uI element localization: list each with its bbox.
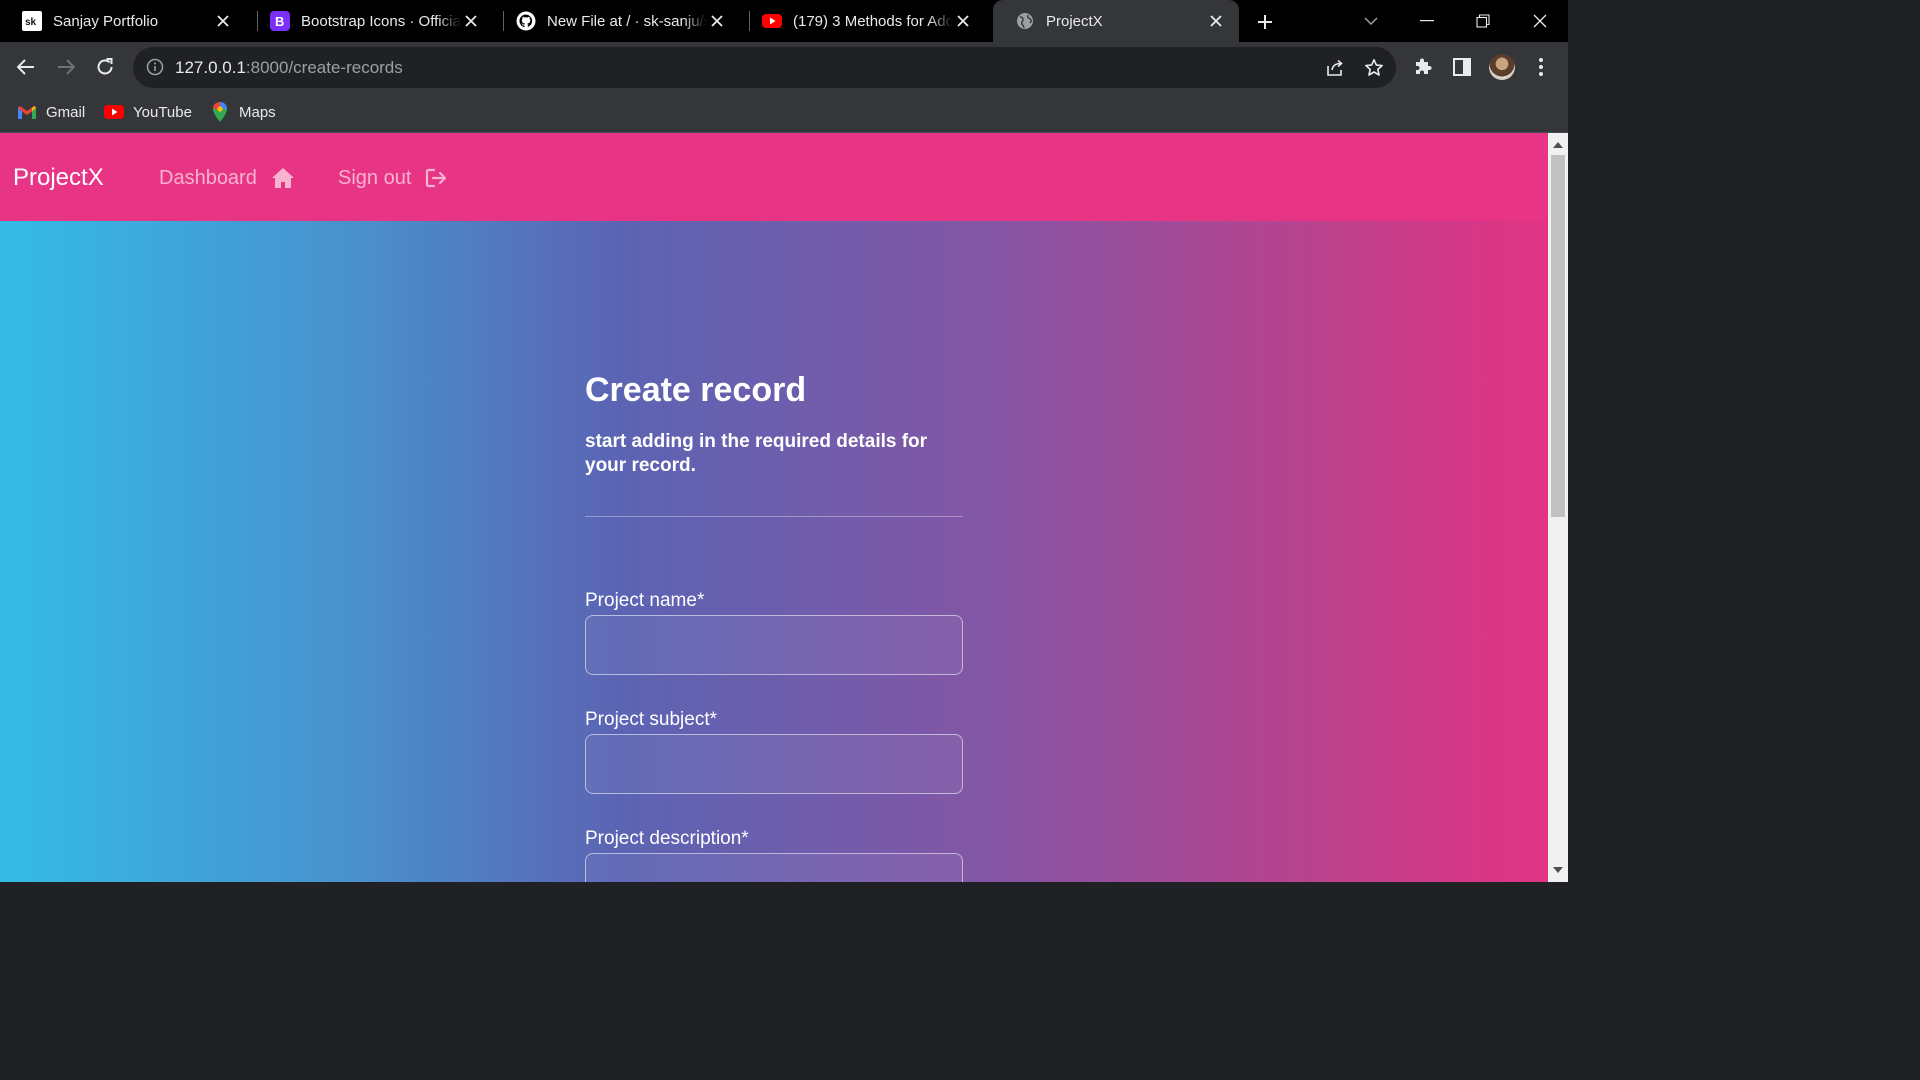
tab-bootstrap-icons[interactable]: B Bootstrap Icons · Official: [248, 0, 494, 42]
scroll-up-arrow-icon[interactable]: [1553, 142, 1563, 148]
url-host: 127.0.0.1: [175, 58, 246, 77]
nav-signout-label: Sign out: [338, 166, 412, 189]
tab-title: New File at / · sk-sanju/sk: [547, 12, 707, 30]
page-viewport: ProjectX Dashboard Sign out Create recor…: [0, 133, 1548, 882]
profile-avatar[interactable]: [1489, 54, 1515, 80]
svg-text:sk: sk: [25, 17, 37, 28]
tab-title: Bootstrap Icons · Official: [301, 12, 461, 30]
gmail-icon: [17, 103, 37, 121]
bookmark-label: YouTube: [133, 103, 192, 121]
scrollbar-thumb[interactable]: [1551, 155, 1565, 517]
globe-icon: [1015, 11, 1035, 31]
kebab-menu-icon[interactable]: [1529, 55, 1553, 79]
share-icon[interactable]: [1323, 56, 1347, 80]
back-button[interactable]: [14, 55, 38, 79]
bookmark-label: Maps: [239, 103, 276, 121]
project-name-input[interactable]: [585, 615, 963, 675]
brand-logo[interactable]: ProjectX: [13, 164, 104, 192]
page-subtitle: start adding in the required details for…: [585, 431, 928, 476]
extensions-puzzle-icon[interactable]: [1411, 55, 1435, 79]
tab-title: (179) 3 Methods for Adding: [793, 12, 953, 30]
nav-dashboard-link[interactable]: Dashboard: [159, 166, 295, 190]
tab-youtube-video[interactable]: (179) 3 Methods for Adding: [740, 0, 986, 42]
page-title: Create record: [585, 371, 807, 409]
reload-button[interactable]: [93, 55, 117, 79]
project-subject-label: Project subject*: [585, 709, 718, 730]
bookmark-star-icon[interactable]: [1362, 56, 1386, 80]
site-info-icon[interactable]: [146, 58, 164, 76]
bookmark-maps[interactable]: Maps: [210, 100, 276, 124]
close-tab-icon[interactable]: [214, 12, 232, 30]
close-tab-icon[interactable]: [1207, 12, 1225, 30]
nav-signout-link[interactable]: Sign out: [338, 166, 449, 190]
new-tab-button[interactable]: [1253, 10, 1277, 34]
close-tab-icon[interactable]: [708, 12, 726, 30]
house-icon: [271, 166, 295, 190]
side-panel-icon[interactable]: [1450, 55, 1474, 79]
github-icon: [516, 11, 536, 31]
browser-toolbar: 127.0.0.1:8000/create-records: [0, 42, 1568, 92]
box-arrow-right-icon: [425, 166, 449, 190]
divider: [585, 516, 963, 517]
project-name-label: Project name*: [585, 590, 705, 611]
bookmark-label: Gmail: [46, 103, 86, 121]
restore-button[interactable]: [1470, 8, 1496, 34]
scroll-down-arrow-icon[interactable]: [1553, 867, 1563, 873]
tab-title: ProjectX: [1046, 12, 1103, 30]
project-description-input[interactable]: [585, 853, 963, 882]
project-subject-input[interactable]: [585, 734, 963, 794]
address-bar[interactable]: 127.0.0.1:8000/create-records: [133, 47, 1396, 88]
minimize-button[interactable]: [1414, 8, 1440, 34]
page-scrollbar[interactable]: [1548, 133, 1568, 882]
tab-strip: sk Sanjay Portfolio B Bootstrap Icons · …: [0, 0, 1568, 42]
close-tab-icon[interactable]: [954, 12, 972, 30]
tab-search-chevron-icon[interactable]: [1358, 8, 1384, 34]
bootstrap-icon: B: [270, 11, 290, 31]
maps-icon: [210, 102, 230, 122]
youtube-icon: [104, 103, 124, 121]
tab-projectx[interactable]: ProjectX: [993, 0, 1239, 42]
tab-github-new-file[interactable]: New File at / · sk-sanju/sk: [494, 0, 740, 42]
app-navbar: ProjectX Dashboard Sign out: [0, 133, 1548, 221]
forward-button[interactable]: [54, 55, 78, 79]
tab-sanjay-portfolio[interactable]: sk Sanjay Portfolio: [0, 0, 246, 42]
youtube-icon: [762, 11, 782, 31]
bookmark-gmail[interactable]: Gmail: [17, 100, 85, 124]
svg-text:B: B: [275, 14, 284, 29]
bookmarks-bar: Gmail YouTube Maps: [0, 92, 1568, 133]
url-path: :8000/create-records: [245, 58, 403, 77]
nav-dashboard-label: Dashboard: [159, 166, 257, 189]
url-text: 127.0.0.1:8000/create-records: [175, 58, 403, 78]
bookmark-youtube[interactable]: YouTube: [104, 100, 192, 124]
project-description-label: Project description*: [585, 828, 749, 849]
close-window-button[interactable]: [1527, 8, 1553, 34]
close-tab-icon[interactable]: [462, 12, 480, 30]
sk-logo-icon: sk: [22, 11, 42, 31]
tab-title: Sanjay Portfolio: [53, 12, 159, 30]
